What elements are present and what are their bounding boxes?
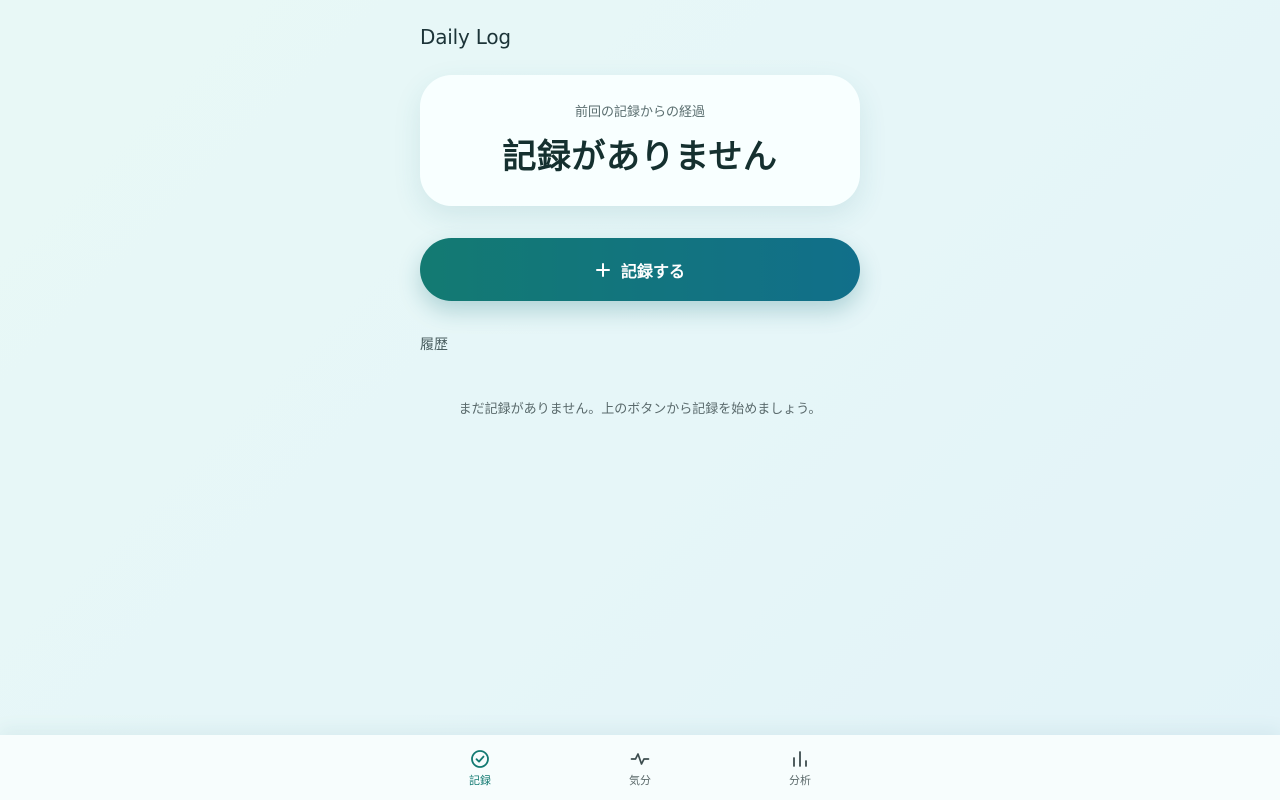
bottom-nav: 記録 気分 分析 — [0, 735, 1280, 800]
app-title: Daily Log — [420, 25, 511, 49]
history-title: 履歴 — [420, 337, 448, 353]
nav-label-analysis: 分析 — [789, 774, 811, 787]
elapsed-status-card: 前回の記録からの経過 記録がありません — [420, 75, 860, 206]
nav-label-mood: 気分 — [629, 774, 651, 787]
record-button-label: 記録する — [620, 263, 685, 281]
plus-icon — [595, 262, 610, 277]
elapsed-label: 前回の記録からの経過 — [574, 105, 705, 120]
nav-item-record[interactable]: 記録 — [440, 735, 520, 800]
bar-chart-icon — [793, 751, 807, 767]
elapsed-value: 記録がありません — [502, 137, 778, 177]
nav-item-analysis[interactable]: 分析 — [760, 735, 840, 800]
nav-label-record: 記録 — [469, 774, 491, 787]
record-button[interactable]: 記録する — [420, 238, 860, 301]
check-circle-icon — [471, 750, 489, 768]
pulse-icon — [630, 753, 650, 765]
history-empty-message: まだ記録がありません。上のボタンから記録を始めましょう。 — [458, 402, 822, 417]
nav-item-mood[interactable]: 気分 — [600, 735, 680, 800]
